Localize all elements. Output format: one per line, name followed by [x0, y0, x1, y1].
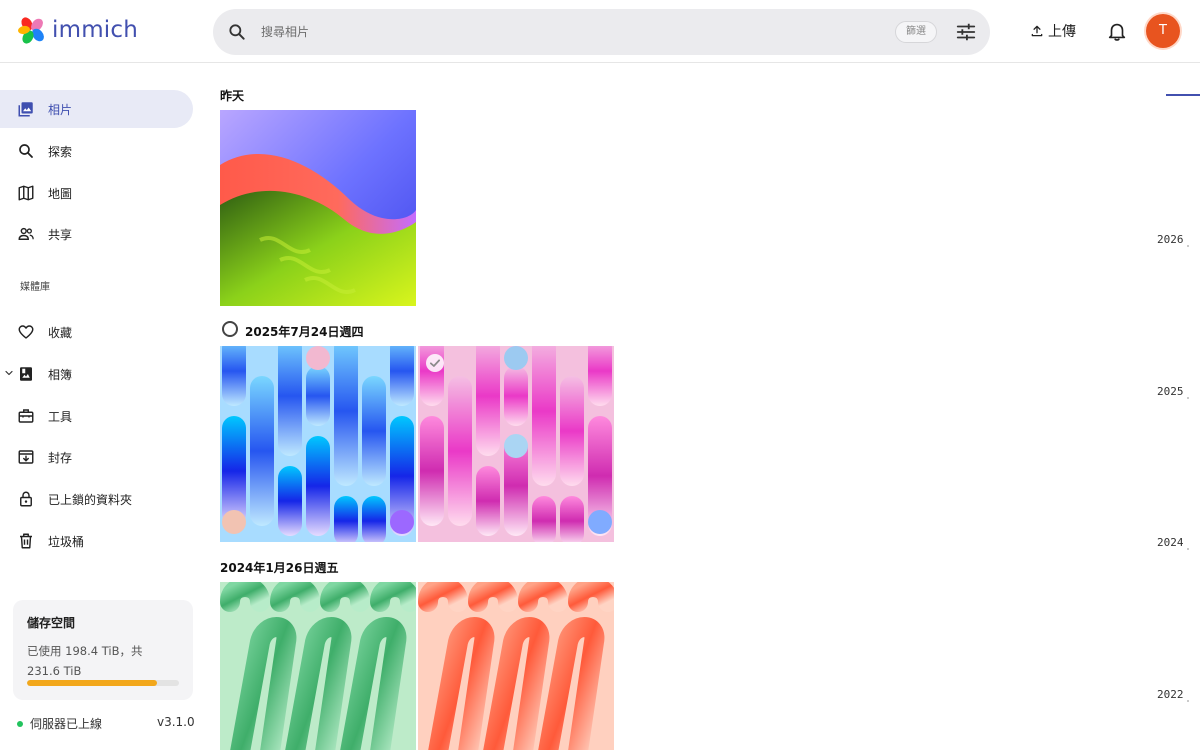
- upload-label: 上傳: [1048, 24, 1076, 40]
- photo-image: [418, 582, 614, 750]
- server-status: 伺服器已上線: [17, 715, 102, 732]
- photo-image: [220, 110, 416, 306]
- immich-app: immich 篩選 上傳 T 相片 探索: [0, 0, 1200, 750]
- photo-image: [418, 346, 614, 542]
- sidebar-item-utilities[interactable]: 工具: [0, 397, 193, 435]
- lock-icon: [20, 491, 32, 507]
- sidebar-item-label: 共享: [48, 228, 73, 242]
- search-input[interactable]: [261, 21, 861, 43]
- scrubber-year-label[interactable]: 2022: [1157, 688, 1184, 701]
- scrubber-year-dot: [1187, 245, 1189, 247]
- sidebar-item-sharing[interactable]: 共享: [0, 215, 193, 253]
- photo-thumbnail[interactable]: [220, 582, 416, 750]
- photo-thumbnail-selected[interactable]: [418, 346, 614, 542]
- scrubber-year-label[interactable]: 2024: [1157, 536, 1184, 549]
- search-filter-chip[interactable]: 篩選: [895, 21, 937, 43]
- storage-card[interactable]: 儲存空間 已使用 198.4 TiB，共 231.6 TiB: [13, 600, 193, 700]
- sidebar-item-map[interactable]: 地圖: [0, 174, 193, 212]
- sidebar-item-archive[interactable]: 封存: [0, 438, 193, 476]
- photo-thumbnail[interactable]: [220, 346, 416, 542]
- storage-title: 儲存空間: [27, 616, 76, 630]
- immich-logo-icon: [16, 15, 46, 45]
- storage-progress-bar: [27, 680, 179, 686]
- photo-thumbnail[interactable]: [418, 582, 614, 750]
- search-bar[interactable]: 篩選: [213, 9, 990, 55]
- selected-check-icon[interactable]: [426, 354, 444, 372]
- date-group-title: 2024年1月26日週五: [220, 561, 339, 575]
- search-icon: [19, 144, 33, 158]
- sidebar: 相片 探索 地圖 共享 媒體庫 收藏 相簿 工具 封存 已上鎖的資料夾 垃圾桶 …: [0, 63, 205, 750]
- sidebar-item-label: 工具: [48, 410, 73, 424]
- photo-image: [220, 346, 416, 542]
- sidebar-item-label: 相片: [48, 103, 73, 117]
- user-avatar[interactable]: T: [1146, 14, 1180, 48]
- server-status-label: 伺服器已上線: [30, 717, 103, 731]
- map-icon: [18, 185, 34, 201]
- tune-icon[interactable]: [955, 21, 977, 43]
- scrubber-year-dot: [1187, 700, 1189, 702]
- upload-button[interactable]: 上傳: [1030, 21, 1076, 41]
- online-status-dot: [17, 720, 23, 727]
- sidebar-item-label: 已上鎖的資料夾: [48, 493, 133, 507]
- date-group-title: 昨天: [220, 89, 245, 103]
- scrubber-year-dot: [1187, 548, 1189, 550]
- toolbox-icon: [18, 409, 34, 423]
- app-version[interactable]: v3.1.0: [157, 715, 195, 729]
- sidebar-item-locked-folder[interactable]: 已上鎖的資料夾: [0, 480, 193, 518]
- storage-used-text: 已使用 198.4 TiB，共 231.6 TiB: [27, 644, 143, 678]
- people-icon: [18, 227, 34, 240]
- photo-timeline: 昨天 2025年7月24日週四 2024年1月26日週五: [205, 63, 1155, 750]
- sidebar-item-label: 收藏: [48, 326, 73, 340]
- search-icon[interactable]: [227, 22, 247, 42]
- archive-icon: [18, 450, 34, 464]
- date-group-title: 2025年7月24日週四: [245, 325, 364, 339]
- select-date-group-checkbox[interactable]: [222, 321, 238, 337]
- sidebar-item-favorites[interactable]: 收藏: [0, 313, 193, 351]
- sidebar-item-label: 相簿: [48, 368, 73, 382]
- notifications-bell-icon[interactable]: [1106, 20, 1128, 42]
- trash-icon: [20, 533, 32, 549]
- album-icon: [20, 367, 32, 381]
- top-bar: immich 篩選 上傳 T: [0, 0, 1200, 63]
- timeline-scrubber[interactable]: 2026 2025 2024 2022: [1145, 63, 1200, 750]
- scrubber-position-indicator[interactable]: [1166, 94, 1200, 96]
- app-name: immich: [52, 17, 139, 43]
- app-logo[interactable]: immich: [16, 15, 138, 45]
- scrubber-year-dot: [1187, 397, 1189, 399]
- photo-image: [220, 582, 416, 750]
- sidebar-item-label: 封存: [48, 451, 73, 465]
- chevron-down-icon[interactable]: [3, 367, 15, 379]
- sidebar-item-label: 探索: [48, 145, 73, 159]
- sidebar-item-label: 垃圾桶: [48, 535, 85, 549]
- photo-thumbnail[interactable]: [220, 110, 416, 306]
- photos-icon: [18, 102, 33, 117]
- sidebar-item-albums[interactable]: 相簿: [0, 355, 193, 393]
- sidebar-item-label: 地圖: [48, 187, 73, 201]
- library-section-label: 媒體庫: [20, 282, 50, 293]
- storage-progress-fill: [27, 680, 158, 686]
- scrubber-year-label[interactable]: 2026: [1157, 233, 1184, 246]
- scrubber-year-label[interactable]: 2025: [1157, 385, 1184, 398]
- heart-icon: [18, 325, 34, 339]
- sidebar-item-trash[interactable]: 垃圾桶: [0, 522, 193, 560]
- sidebar-item-photos[interactable]: 相片: [0, 90, 193, 128]
- sidebar-item-explore[interactable]: 探索: [0, 132, 193, 170]
- upload-icon: [1031, 25, 1043, 37]
